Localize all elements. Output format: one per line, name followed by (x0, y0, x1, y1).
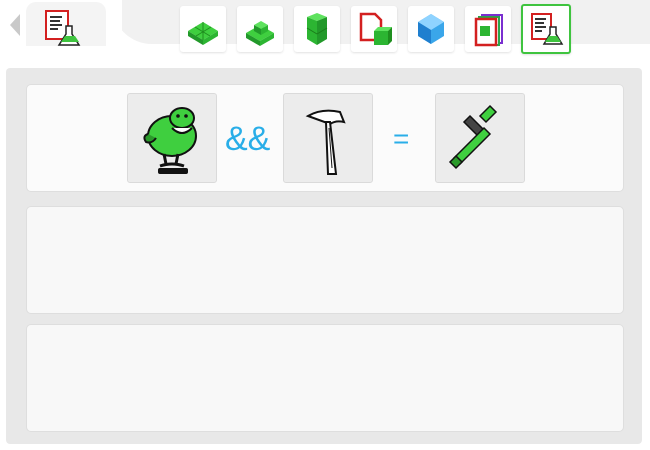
recipe-document-flask-icon (531, 13, 564, 45)
blue-crystal-icon (418, 14, 444, 44)
result-slot[interactable] (435, 93, 525, 183)
color-documents-button[interactable] (465, 6, 511, 52)
recipe-row-empty-2 (26, 324, 624, 432)
recipe-document-flask-icon (45, 10, 81, 46)
wall-block-button[interactable] (294, 6, 340, 52)
top-toolbar (0, 0, 650, 68)
green-floor-tiles-icon (188, 22, 218, 45)
document-block-button[interactable] (351, 6, 397, 52)
green-wall-block-icon (306, 13, 328, 45)
ingredient-slot-2[interactable] (283, 93, 373, 183)
recipe-button[interactable] (521, 4, 571, 54)
green-spring-rider-icon (143, 107, 197, 174)
hammer-sketch-icon (305, 109, 346, 175)
back-arrow-icon[interactable] (10, 14, 20, 36)
green-hammer-icon (448, 104, 498, 170)
color-documents-stack-icon (474, 14, 503, 47)
recipe-area: && = (6, 68, 642, 444)
house-blocks-button[interactable] (237, 6, 283, 52)
recipe-row: && = (26, 84, 624, 192)
recipe-row-empty-1 (26, 206, 624, 314)
recipe-tab[interactable] (26, 2, 106, 46)
ingredient-slot-1[interactable] (127, 93, 217, 183)
equals-operator: = (393, 123, 410, 154)
floor-tiles-button[interactable] (180, 6, 226, 52)
and-operator: && (225, 120, 271, 158)
crystal-button[interactable] (408, 6, 454, 52)
green-house-blocks-icon (246, 21, 274, 46)
document-block-icon (359, 12, 392, 45)
